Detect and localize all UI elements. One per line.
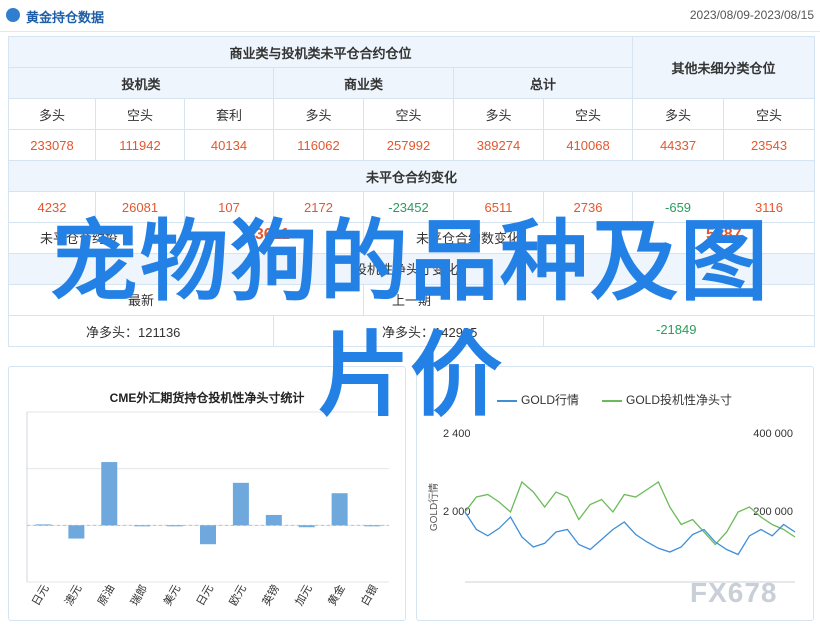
value-cell: 233078: [8, 129, 96, 161]
column-header: 空头: [542, 98, 634, 130]
bar: [265, 514, 282, 526]
value-cell: 44337: [632, 129, 725, 161]
x-tick-label: 加元: [293, 582, 315, 608]
x-tick-label: 日元: [195, 583, 216, 608]
column-header: 多头: [453, 98, 544, 130]
bar: [364, 525, 381, 527]
overlay-headline-line2: 片价: [317, 322, 502, 429]
value-cell: 257992: [363, 129, 454, 161]
right-axis-tick: 400 000: [753, 428, 793, 440]
bar: [68, 525, 85, 539]
bar: [232, 482, 249, 526]
overlay-headline-line1: 宠物狗的品种及图: [49, 210, 770, 313]
subgroup-speculative: 投机类: [8, 67, 274, 99]
value-cell: 389274: [453, 129, 544, 161]
bar: [331, 493, 348, 526]
subgroup-commercial: 商业类: [273, 67, 454, 99]
change-title: 未平仓合约变化: [7, 160, 816, 192]
gold-dot-icon: [6, 8, 20, 22]
value-cell: 410068: [542, 129, 634, 161]
x-tick-label: 瑞郎: [127, 582, 150, 608]
bar: [101, 462, 118, 526]
column-header: 多头: [8, 98, 96, 130]
value-cell: 111942: [95, 129, 185, 161]
series-line-price: [464, 511, 796, 556]
x-tick-label: 欧元: [227, 582, 249, 608]
left-axis-label: GOLD行情: [427, 483, 440, 531]
x-tick-label: 原油: [94, 582, 117, 608]
bar: [200, 525, 216, 545]
x-tick-label: 日元: [30, 583, 51, 608]
x-tick-label: 白银: [358, 582, 381, 608]
column-header: 多头: [632, 98, 725, 130]
left-axis-tick: 2 400: [443, 428, 471, 440]
group-title: 商业类与投机类未平仓合约仓位: [7, 36, 634, 68]
top-bar: 黄金持仓数据 2023/08/09-2023/08/15: [0, 0, 820, 32]
column-header: 空头: [723, 98, 816, 130]
bar: [298, 525, 315, 528]
column-header: 套利: [184, 98, 274, 130]
series-line-position: [464, 480, 796, 546]
x-tick-label: 英镑: [259, 582, 282, 608]
left-axis-tick: 2 000: [443, 506, 471, 518]
watermark: FX678: [690, 577, 778, 608]
column-header: 多头: [273, 98, 364, 130]
subgroup-total: 总计: [452, 67, 634, 99]
bar: [134, 525, 151, 527]
column-header: 空头: [363, 98, 454, 130]
value-cell: 40134: [184, 129, 274, 161]
value-cell: 116062: [273, 129, 364, 161]
page-title: 黄金持仓数据: [26, 10, 105, 25]
x-tick-label: 黄金: [325, 582, 348, 608]
bar: [35, 524, 52, 526]
side-title: 其他未细分类仓位: [632, 36, 816, 99]
x-tick-label: 美元: [161, 582, 183, 608]
date-range: 2023/08/09-2023/08/15: [689, 8, 814, 22]
bar: [167, 525, 184, 527]
value-cell: 23543: [723, 129, 816, 161]
column-header: 空头: [95, 98, 185, 130]
x-tick-label: 澳元: [62, 582, 84, 608]
